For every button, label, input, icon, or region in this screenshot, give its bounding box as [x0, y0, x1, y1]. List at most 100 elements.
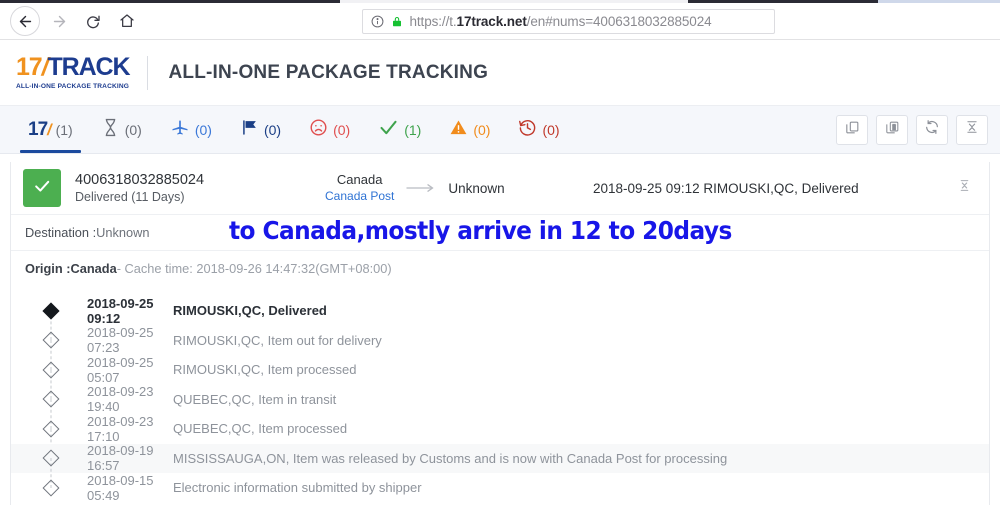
table-row[interactable]: 2018-09-25 09:12 RIMOUSKI,QC, Delivered	[11, 295, 989, 341]
status-badge	[23, 169, 61, 207]
browser-tabstrip	[0, 0, 1000, 3]
destination-row: Destination : Unknown to Canada,mostly a…	[11, 214, 989, 250]
flag-icon	[240, 118, 259, 142]
tab-alert[interactable]: (0)	[435, 106, 504, 153]
tab-pickup[interactable]: (0)	[226, 106, 295, 153]
route-origin: Canada Canada Post	[325, 172, 394, 204]
copy-icon	[845, 120, 860, 140]
site-header: 17/TRACK ALL-IN-ONE PACKAGE TRACKING ALL…	[0, 40, 1000, 106]
tracking-timeline: 2018-09-25 09:12 RIMOUSKI,QC, Delivered …	[11, 286, 989, 503]
info-circle-icon[interactable]	[371, 15, 384, 28]
table-row[interactable]: 2018-09-25 05:07 RIMOUSKI,QC, Item proce…	[11, 354, 989, 400]
status-filter-tabbar: 17/ (1) (0) (0) (0) (0) (1) (0) (0)	[0, 106, 1000, 154]
table-row[interactable]: 2018-09-23 17:10 QUEBEC,QC, Item process…	[11, 413, 989, 459]
tab-pickup-count: (0)	[263, 121, 282, 138]
carrier-link[interactable]: Canada Post	[325, 189, 394, 205]
home-button[interactable]	[112, 6, 142, 36]
destination-label: Destination :	[25, 225, 97, 240]
tab-undelivered[interactable]: (0)	[295, 106, 364, 153]
event-description: RIMOUSKI,QC, Item out for delivery	[173, 332, 382, 348]
event-description: RIMOUSKI,QC, Item processed	[173, 362, 357, 378]
package-summary-row[interactable]: 4006318032885024 Delivered (11 Days) Can…	[11, 162, 989, 214]
collapse-all-button[interactable]	[956, 114, 988, 145]
forward-button[interactable]	[44, 6, 74, 36]
sad-face-icon	[309, 118, 328, 142]
site-logo[interactable]: 17/TRACK ALL-IN-ONE PACKAGE TRACKING	[16, 53, 147, 91]
package-identity: 4006318032885024 Delivered (11 Days)	[75, 171, 325, 205]
clock-history-icon	[518, 118, 537, 142]
hourglass-icon	[101, 118, 120, 142]
tab-in-transit-count: (0)	[194, 121, 212, 138]
padlock-icon[interactable]	[391, 15, 403, 28]
table-row[interactable]: 2018-09-15 05:49 Electronic information …	[11, 473, 989, 503]
package-panel: 4006318032885024 Delivered (11 Days) Can…	[10, 162, 990, 505]
reload-icon	[85, 13, 101, 29]
check-icon	[32, 176, 52, 201]
logo-number: 17	[16, 53, 43, 81]
refresh-button[interactable]	[916, 114, 948, 145]
arrow-left-icon	[17, 13, 34, 30]
browser-toolbar: https://t.17track.net/en#nums=4006318032…	[0, 3, 1000, 40]
tab-in-transit[interactable]: (0)	[156, 106, 226, 153]
tab-not-found[interactable]: (0)	[87, 106, 156, 153]
event-time: 2018-09-25 05:07	[87, 354, 154, 385]
collapse-all-icon	[965, 120, 979, 139]
logo-wordmark: 17/TRACK	[16, 53, 131, 81]
home-icon	[119, 13, 135, 29]
header-divider	[147, 55, 149, 90]
back-button[interactable]	[10, 6, 40, 36]
tab-not-found-count: (0)	[124, 121, 142, 138]
url-host: 17track.net	[456, 13, 527, 29]
origin-row: Origin : Canada - Cache time: 2018-09-26…	[11, 250, 989, 286]
table-row[interactable]: 2018-09-19 16:57 MISSISSAUGA,ON, Item wa…	[11, 443, 989, 488]
copy-delete-button[interactable]	[876, 114, 908, 145]
table-row[interactable]: 2018-09-25 07:23 RIMOUSKI,QC, Item out f…	[11, 325, 989, 370]
event-time: 2018-09-23 17:10	[87, 413, 154, 444]
checkmark-icon	[378, 117, 399, 143]
tab-delivered[interactable]: (1)	[364, 106, 435, 153]
warning-triangle-icon	[449, 118, 468, 142]
package-status-text: Delivered (11 Days)	[75, 189, 185, 204]
origin-label: Origin :	[25, 261, 71, 276]
event-description: RIMOUSKI,QC, Delivered	[173, 303, 327, 319]
url-path: /en#nums=4006318032885024	[526, 13, 712, 29]
destination-value: Unknown	[96, 225, 150, 240]
tab-all[interactable]: 17/ (1)	[14, 106, 87, 153]
event-description: Electronic information submitted by ship…	[173, 480, 422, 496]
collapse-icon	[958, 179, 971, 197]
destination-country: Unknown	[448, 180, 505, 196]
tab-all-count: (1)	[55, 121, 73, 138]
address-bar[interactable]: https://t.17track.net/en#nums=4006318032…	[361, 8, 775, 34]
event-time: 2018-09-25 07:23	[87, 325, 154, 356]
refresh-icon	[924, 119, 940, 140]
annotation-overlay: to Canada,mostly arrive in 12 to 20days	[229, 216, 732, 245]
tab-expired[interactable]: (0)	[504, 106, 573, 153]
event-time: 2018-09-23 19:40	[87, 384, 154, 415]
airplane-icon	[170, 117, 190, 142]
cache-time: - Cache time: 2018-09-26 14:47:32(GMT+08…	[116, 261, 392, 276]
logo-tagline: ALL-IN-ONE PACKAGE TRACKING	[16, 83, 130, 90]
reload-button[interactable]	[78, 6, 108, 36]
event-description: QUEBEC,QC, Item processed	[173, 421, 348, 437]
page-title: ALL-IN-ONE PACKAGE TRACKING	[168, 61, 489, 83]
17-logo-icon: 17/	[28, 118, 52, 140]
event-description: QUEBEC,QC, Item in transit	[173, 391, 337, 407]
event-description: MISSISSAUGA,ON, Item was released by Cus…	[173, 450, 728, 466]
arrow-right-icon	[51, 13, 68, 30]
arrow-right-icon	[406, 183, 436, 193]
tab-undelivered-count: (0)	[333, 121, 351, 138]
event-time: 2018-09-25 09:12	[87, 295, 154, 326]
toolbar-actions	[836, 106, 1000, 153]
package-collapse-button[interactable]	[951, 179, 977, 197]
copy-delete-icon	[885, 120, 900, 140]
tracking-number[interactable]: 4006318032885024	[75, 171, 325, 189]
copy-button[interactable]	[836, 114, 868, 145]
origin-value: Canada	[70, 261, 117, 276]
url-scheme: https://t.	[409, 13, 457, 29]
event-time: 2018-09-19 16:57	[87, 443, 154, 474]
tab-delivered-count: (1)	[404, 121, 422, 138]
tab-alert-count: (0)	[473, 121, 491, 138]
event-time: 2018-09-15 05:49	[87, 472, 154, 503]
url-text: https://t.17track.net/en#nums=4006318032…	[410, 14, 712, 29]
table-row[interactable]: 2018-09-23 19:40 QUEBEC,QC, Item in tran…	[11, 384, 989, 429]
